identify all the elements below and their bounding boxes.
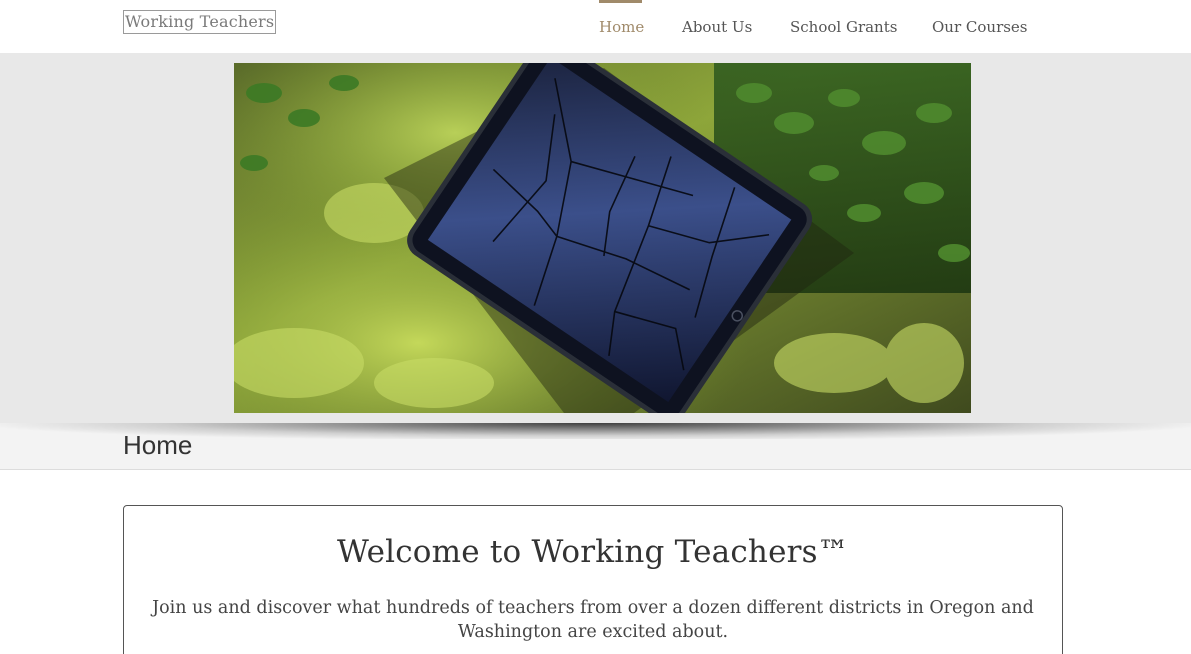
welcome-intro: Join us and discover what hundreds of te… [152,598,1034,642]
tablet-on-moss-photo [234,63,971,413]
nav-item-home[interactable]: Home [599,0,644,53]
site-header: Working Teachers Home About Us School Gr… [0,0,1191,53]
nav-item-school-grants[interactable]: School Grants [790,0,897,53]
nav-item-our-courses[interactable]: Our Courses [932,0,1028,53]
welcome-heading: Welcome to Working Teachers™ [337,534,849,570]
site-logo[interactable]: Working Teachers [123,10,277,34]
nav-item-about-us[interactable]: About Us [682,0,752,53]
welcome-card: Welcome to Working Teachers™ Join us and… [123,505,1063,654]
page-title: Home [123,430,193,460]
hero-image [234,63,971,413]
page-title-bar: Home [0,423,1191,470]
page: Working Teachers Home About Us School Gr… [0,0,1191,654]
hero-banner [0,53,1191,423]
